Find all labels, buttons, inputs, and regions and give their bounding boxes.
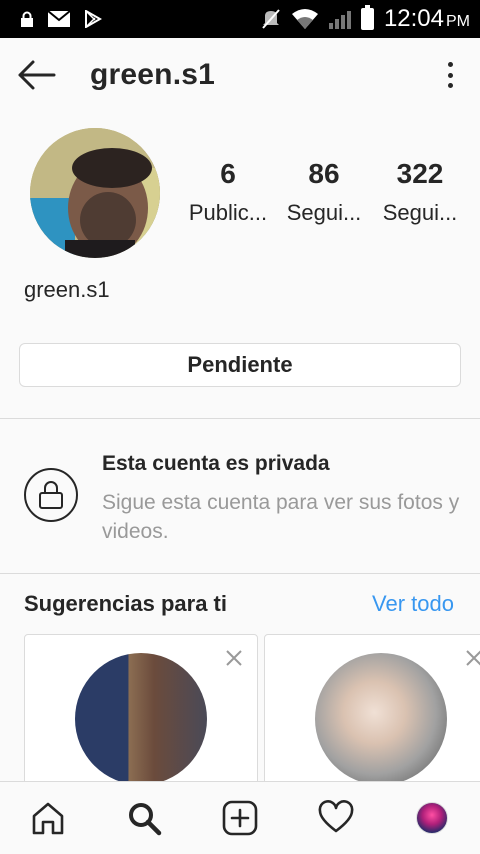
- see-all-link[interactable]: Ver todo: [372, 591, 454, 617]
- stat-value: 6: [220, 158, 236, 189]
- play-store-icon: [85, 10, 102, 28]
- stat-label: Segui...: [286, 200, 362, 225]
- stat-posts[interactable]: 6 Public...: [180, 158, 276, 226]
- stat-following[interactable]: 322 Segui...: [372, 158, 468, 226]
- suggestion-card[interactable]: [264, 634, 480, 794]
- search-icon[interactable]: [120, 794, 168, 842]
- clock: 12:04 PM: [383, 5, 470, 32]
- private-account-subtitle: Sigue esta cuenta para ver sus fotos y v…: [102, 491, 460, 544]
- suggestion-card[interactable]: [24, 634, 258, 794]
- close-icon[interactable]: [465, 649, 480, 667]
- divider: [0, 573, 480, 574]
- profile-avatar[interactable]: [30, 128, 160, 258]
- suggestions-title: Sugerencias para ti: [24, 591, 227, 616]
- private-account-title: Esta cuenta es privada: [102, 452, 330, 475]
- mail-icon: [48, 11, 70, 27]
- add-post-icon[interactable]: [216, 794, 264, 842]
- activity-heart-icon[interactable]: [312, 794, 360, 842]
- suggestion-avatar[interactable]: [75, 653, 207, 785]
- lock-icon: [21, 11, 33, 27]
- signal-icon: [328, 9, 351, 29]
- arrow-left-icon[interactable]: [16, 58, 56, 92]
- stat-value: 86: [308, 158, 340, 189]
- stat-label: Public...: [188, 200, 268, 225]
- profile-header: green.s1: [0, 38, 480, 112]
- profile-stats: 6 Public... 86 Segui... 322 Segui...: [180, 158, 470, 226]
- battery-icon: [360, 5, 374, 30]
- lock-icon: [24, 468, 78, 522]
- mute-icon: [262, 9, 280, 29]
- divider: [0, 418, 480, 419]
- stat-followers[interactable]: 86 Segui...: [276, 158, 372, 226]
- close-icon[interactable]: [225, 649, 243, 667]
- suggestion-avatar[interactable]: [315, 653, 447, 785]
- avatar-photo: [30, 128, 160, 258]
- status-bar: 12:04 PM: [0, 0, 480, 38]
- profile-avatar: [416, 802, 448, 834]
- page-title: green.s1: [90, 58, 215, 91]
- profile-tab[interactable]: [408, 794, 456, 842]
- bottom-nav: [0, 781, 480, 854]
- stat-value: 322: [396, 158, 444, 189]
- profile-username: green.s1: [24, 277, 110, 302]
- pending-button[interactable]: Pendiente: [19, 343, 461, 387]
- home-icon[interactable]: [24, 794, 72, 842]
- kebab-menu-icon[interactable]: [438, 60, 462, 90]
- stat-label: Segui...: [382, 200, 458, 225]
- wifi-icon: [291, 9, 318, 29]
